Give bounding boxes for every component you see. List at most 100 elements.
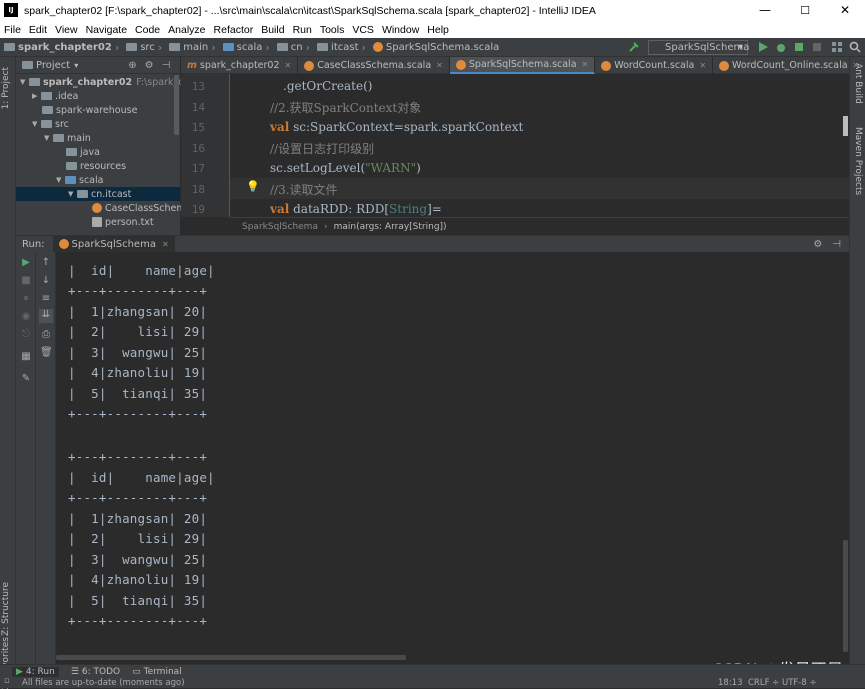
dump-threads-icon[interactable]: ◉ <box>20 311 32 323</box>
tab-wordcount-online[interactable]: WordCount_Online.scala ✕ <box>713 57 865 74</box>
breadcrumb-file[interactable]: SparkSqlSchema.scala <box>372 42 499 53</box>
stop-icon[interactable]: ■ <box>20 275 32 287</box>
pin-icon[interactable]: ✎ <box>20 373 32 385</box>
tree-item-caseclassschema[interactable]: CaseClassSchema <box>92 201 191 215</box>
minimize-button[interactable]: — <box>745 0 785 21</box>
menu-vcs[interactable]: VCS <box>348 24 378 36</box>
code-line-19[interactable]: val dataRDD: RDD[String]= <box>270 202 442 216</box>
hide-icon[interactable]: ⊣ <box>162 60 171 71</box>
search-icon[interactable] <box>849 41 861 53</box>
breadcrumb-project[interactable]: spark_chapter02 <box>4 42 112 53</box>
tab-wordcount[interactable]: WordCount.scala ✕ <box>595 57 714 74</box>
tree-item-src[interactable]: ▼ src <box>32 117 69 131</box>
console-vertical-scrollbar[interactable] <box>843 540 848 652</box>
code-line-16[interactable]: //设置日志打印级别 <box>270 140 374 157</box>
stop-icon[interactable] <box>811 41 823 53</box>
arrow-up-icon[interactable]: ↑ <box>40 257 52 269</box>
run-configuration-select[interactable]: SparkSqlSchema ▾ <box>648 40 749 55</box>
structure-tool-button[interactable]: Z: Structure <box>1 582 11 636</box>
code-line-14[interactable]: //2.获取SparkContext对象 <box>270 99 421 116</box>
close-tab-icon[interactable]: ✕ <box>285 61 292 70</box>
settings-gear-icon[interactable]: ⚙ <box>145 60 154 71</box>
menu-build[interactable]: Build <box>257 24 288 36</box>
close-tab-icon[interactable]: ✕ <box>162 240 169 249</box>
code-line-17[interactable]: sc.setLogLevel("WARN") <box>270 161 421 175</box>
menu-analyze[interactable]: Analyze <box>164 24 209 36</box>
arrow-down-icon[interactable]: ↓ <box>40 275 52 287</box>
maven-projects-tool-button[interactable]: Maven Projects <box>853 127 863 195</box>
run-icon[interactable] <box>757 41 769 53</box>
soft-wrap-icon[interactable]: ≡ <box>40 293 52 305</box>
hide-icon[interactable]: ⊣ <box>832 239 841 250</box>
chevron-down-icon[interactable]: ▾ <box>74 61 78 70</box>
close-button[interactable]: ✕ <box>825 0 865 21</box>
code-line-18[interactable]: //3.读取文件 <box>270 181 338 198</box>
tab-run[interactable]: ▶ 4: Run <box>12 666 59 677</box>
tree-item-java[interactable]: java <box>66 145 100 159</box>
breadcrumb-main[interactable]: main <box>169 42 208 53</box>
debug-icon[interactable] <box>775 41 787 53</box>
breadcrumb-src[interactable]: src <box>126 42 155 53</box>
tree-item-cn-itcast[interactable]: ▼ cn.itcast <box>16 187 180 201</box>
menu-navigate[interactable]: Navigate <box>82 24 131 36</box>
tab-sparksqlschema[interactable]: SparkSqlSchema.scala ✕ <box>449 57 596 74</box>
menu-window[interactable]: Window <box>378 24 423 36</box>
close-tab-icon[interactable]: ✕ <box>853 61 860 70</box>
line-separator[interactable]: CRLF ÷ <box>748 678 779 688</box>
rerun-icon[interactable]: ▶ <box>20 257 32 269</box>
layout-icon[interactable]: ▦ <box>20 351 32 363</box>
tab-caseclassschema[interactable]: CaseClassSchema.scala ✕ <box>298 57 450 74</box>
console-output[interactable]: | id| name|age| +---+--------+---+ | 1|z… <box>56 252 849 664</box>
menu-view[interactable]: View <box>51 24 82 36</box>
breadcrumb-cn[interactable]: cn <box>276 42 303 53</box>
close-tab-icon[interactable]: ✕ <box>699 61 706 70</box>
tree-item-scala[interactable]: ▼ scala <box>56 173 103 187</box>
menu-file[interactable]: File <box>0 24 25 36</box>
menu-tools[interactable]: Tools <box>316 24 349 36</box>
left-tool-strip: 1: Project Z: Structure 2: Favorites <box>0 57 16 689</box>
maximize-button[interactable]: ☐ <box>785 0 825 21</box>
tree-item-idea[interactable]: ▶ .idea <box>32 89 78 103</box>
code-line-13[interactable]: .getOrCreate() <box>283 79 372 93</box>
coverage-icon[interactable] <box>793 41 805 53</box>
editor-scrollbar[interactable] <box>843 116 848 136</box>
file-encoding[interactable]: UTF-8 ÷ <box>782 678 817 688</box>
scala-file-icon <box>719 60 730 71</box>
tree-item-resources[interactable]: resources <box>66 159 126 173</box>
tab-terminal[interactable]: ▭ Terminal <box>132 667 182 677</box>
tab-spark-chapter02[interactable]: m spark_chapter02 ✕ <box>181 57 299 74</box>
build-hammer-icon[interactable] <box>628 41 640 53</box>
breadcrumb-itcast[interactable]: itcast <box>317 42 359 53</box>
print-icon[interactable]: ⎙ <box>40 329 52 341</box>
console-horizontal-scrollbar[interactable] <box>56 655 406 660</box>
menu-refactor[interactable]: Refactor <box>210 24 258 36</box>
code-line-15[interactable]: val sc:SparkContext=spark.sparkContext <box>270 120 523 134</box>
settings-gear-icon[interactable]: ⚙ <box>813 239 822 250</box>
menu-edit[interactable]: Edit <box>25 24 51 36</box>
project-view-select[interactable]: Project <box>36 60 70 71</box>
caret-position[interactable]: 18:13 <box>718 678 743 688</box>
pause-icon[interactable]: ⏸ <box>20 293 32 305</box>
breadcrumb-method[interactable]: main(args: Array[String]) <box>334 222 447 232</box>
tree-item-person-txt[interactable]: person.txt <box>92 215 154 229</box>
close-tab-icon[interactable]: ✕ <box>582 60 589 69</box>
project-scrollbar[interactable] <box>174 75 179 135</box>
console-line: +---+--------+---+ <box>68 406 208 421</box>
breadcrumb-object[interactable]: SparkSqlSchema <box>242 222 318 232</box>
clear-all-icon[interactable]: 🗑 <box>40 347 53 359</box>
menu-help[interactable]: Help <box>423 24 453 36</box>
menu-code[interactable]: Code <box>131 24 164 36</box>
sync-icon[interactable]: ⊕ <box>128 60 136 71</box>
project-structure-icon[interactable] <box>831 41 843 53</box>
scroll-to-end-icon[interactable]: ⇊ <box>39 309 53 323</box>
lightbulb-icon[interactable]: 💡 <box>246 180 260 193</box>
tree-item-main[interactable]: ▼ main <box>44 131 91 145</box>
close-tab-icon[interactable]: ✕ <box>436 61 443 70</box>
project-tool-button[interactable]: 1: Project <box>1 67 11 109</box>
tree-item-spark-warehouse[interactable]: spark-warehouse <box>42 103 137 117</box>
run-tab[interactable]: SparkSqlSchema ✕ <box>52 236 175 252</box>
exit-icon[interactable]: ⎋ <box>20 329 32 341</box>
tab-todo[interactable]: ☰ 6: TODO <box>71 667 120 677</box>
menu-run[interactable]: Run <box>289 24 316 36</box>
breadcrumb-scala[interactable]: scala <box>222 42 262 53</box>
